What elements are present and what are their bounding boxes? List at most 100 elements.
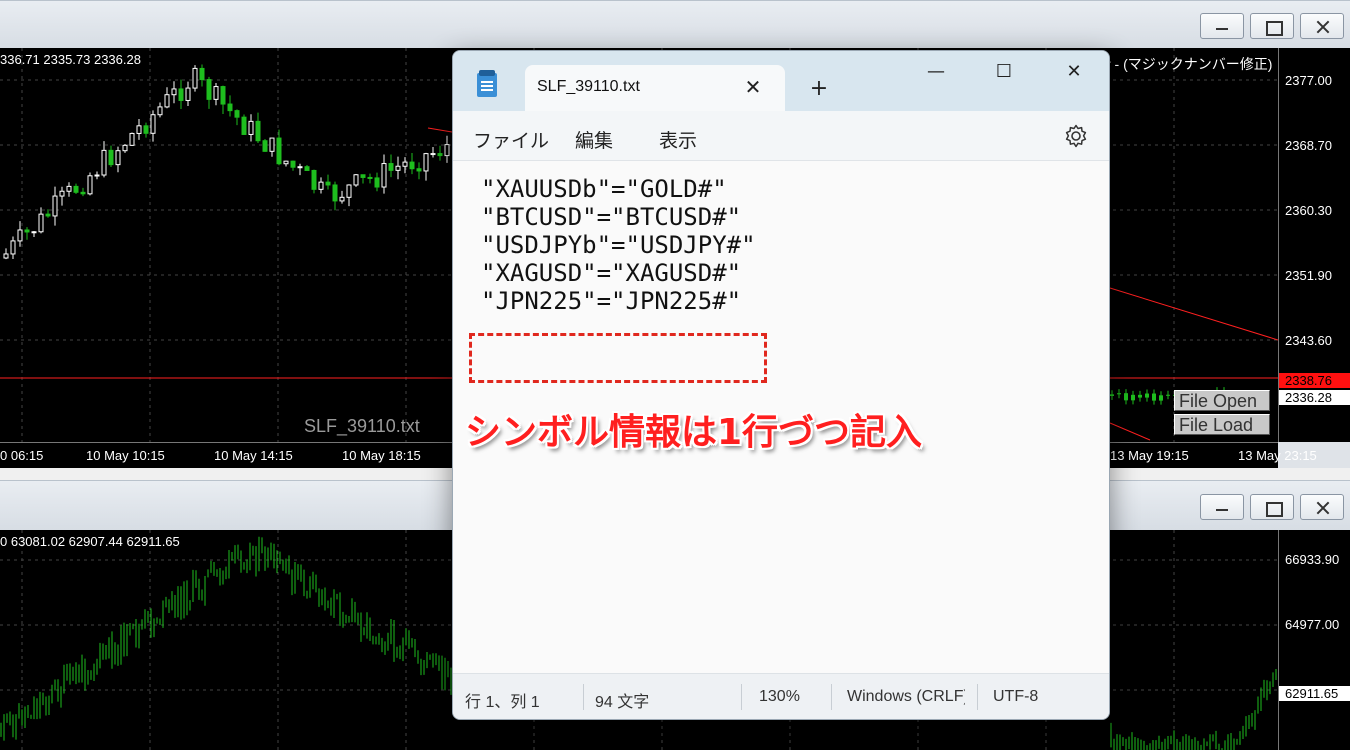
candle-body (241, 116, 247, 135)
candle-body (1166, 394, 1170, 396)
candle-body (423, 153, 429, 172)
close-icon[interactable]: ✕ (1047, 57, 1101, 87)
tab-slf-file[interactable]: SLF_39110.txt ✕ (525, 65, 785, 111)
desktop: 336.71 2335.73 2336.28 r - (マジックナンバー修正) … (0, 0, 1350, 750)
bid-price-tag: 2338.76 (1279, 373, 1350, 388)
notepad-editor[interactable]: "XAUUSDb"="GOLD#" "BTCUSD"="BTCUSD#" "USDJ… (481, 175, 756, 315)
status-zoom[interactable]: 130% (759, 688, 800, 706)
chart1-minimize-icon[interactable] (1200, 13, 1244, 39)
candle-body (339, 196, 345, 202)
candle-body (178, 88, 184, 101)
candle-body (108, 149, 114, 166)
candle-body (59, 190, 65, 197)
candle-body (374, 177, 380, 188)
maximize-icon[interactable]: ☐ (977, 57, 1031, 87)
candle-body (1138, 394, 1142, 398)
price-label: 2343.60 (1285, 333, 1332, 348)
candle-body (206, 79, 212, 100)
chart2-minimize-icon[interactable] (1200, 494, 1244, 520)
price-label: 66933.90 (1285, 552, 1340, 567)
status-line-ending[interactable]: Windows (CRLF) (847, 688, 965, 706)
annotation-label: シンボル情報は1行づつ記入 (465, 412, 923, 453)
price-scale-gold[interactable]: 2377.00 2368.70 2360.30 2351.90 2343.60 … (1278, 48, 1350, 442)
candle-body (101, 149, 107, 176)
notepad-app-icon (477, 70, 497, 97)
candle-body (248, 120, 254, 135)
candle-body (437, 153, 443, 157)
candle-body (430, 153, 436, 156)
chart1-maximize-icon[interactable] (1250, 13, 1294, 39)
candle-body (17, 229, 23, 242)
candle-body (409, 161, 415, 170)
status-cursor-position: 行 1、列 1 (465, 694, 540, 711)
menu-file[interactable]: ファイル (473, 126, 549, 153)
price-label: 2377.00 (1285, 73, 1332, 88)
candle-body (143, 125, 149, 134)
candle-body (255, 120, 261, 142)
chart-window-titlebar (0, 0, 1350, 48)
notepad-menubar: ファイル 編集 表示 (453, 111, 1109, 161)
candle-body (1117, 393, 1121, 395)
file-open-button[interactable]: File Open (1174, 390, 1270, 411)
expert-advisor-label: r - (マジックナンバー修正) ☺ (1106, 56, 1278, 72)
candle-body (122, 144, 128, 152)
status-encoding[interactable]: UTF-8 (993, 688, 1038, 706)
chart2-maximize-icon[interactable] (1250, 494, 1294, 520)
candle-body (325, 181, 331, 186)
candle-body (115, 150, 121, 166)
file-load-button[interactable]: File Load (1174, 414, 1270, 435)
minimize-icon[interactable]: — (909, 57, 963, 87)
candle-body (1131, 394, 1135, 401)
candle-body (283, 160, 289, 165)
chart2-close-icon[interactable] (1300, 494, 1344, 520)
candle-body (276, 137, 282, 165)
plus-icon[interactable]: + (805, 75, 833, 103)
candle-body (353, 174, 359, 186)
candle-body (367, 176, 373, 179)
candle-body (10, 240, 16, 255)
time-label: 10 May 14:15 (214, 448, 293, 463)
candle-body (3, 253, 9, 259)
price-label: 2351.90 (1285, 268, 1332, 283)
candle-body (332, 184, 338, 202)
tab-title: SLF_39110.txt (537, 78, 640, 95)
trend-line (1109, 422, 1151, 441)
candle-body (66, 185, 72, 192)
candle-body (381, 163, 387, 188)
notepad-statusbar: 行 1、列 1 94 文字 130% Windows (CRLF) UTF-8 (453, 673, 1109, 719)
candle-body (269, 137, 275, 152)
menu-view[interactable]: 表示 (659, 126, 697, 153)
text-line: "XAUUSDb"="GOLD#" (481, 175, 727, 203)
ohlc-readout: 336.71 2335.73 2336.28 (0, 52, 141, 67)
candle-body (164, 94, 170, 108)
notepad-window: SLF_39110.txt ✕ + — ☐ ✕ ファイル 編集 表示 "XAUU… (452, 50, 1110, 720)
candle-body (402, 161, 408, 167)
chart1-close-icon[interactable] (1300, 13, 1344, 39)
candle-body (318, 181, 324, 190)
menu-edit[interactable]: 編集 (575, 126, 613, 153)
candle-body (416, 168, 422, 172)
close-tab-icon[interactable]: ✕ (741, 75, 765, 99)
price-scale-btc[interactable]: 66933.90 64977.00 62911.65 (1278, 530, 1350, 750)
candle-body (199, 67, 205, 81)
trend-line (1109, 287, 1278, 341)
candle-body (227, 103, 233, 112)
candle-body (150, 114, 156, 134)
time-label: 10 May 10:15 (86, 448, 165, 463)
candle-body (157, 106, 163, 116)
candle-body (171, 88, 177, 96)
notepad-tab-bar: SLF_39110.txt ✕ + — ☐ ✕ (453, 51, 1109, 111)
candle-body (38, 213, 44, 233)
gear-icon[interactable] (1063, 123, 1089, 149)
annotation-dashed-box (469, 333, 767, 383)
status-divider (583, 684, 584, 710)
candle-body (80, 191, 86, 195)
candle-body (1145, 393, 1149, 398)
candle-body (24, 229, 30, 233)
price-label: 2368.70 (1285, 138, 1332, 153)
candle-body (185, 87, 191, 101)
candle-body (444, 144, 450, 157)
candle-body (87, 175, 93, 195)
ohlc-readout: 0 63081.02 62907.44 62911.65 (0, 534, 180, 549)
candle-body (297, 166, 303, 169)
